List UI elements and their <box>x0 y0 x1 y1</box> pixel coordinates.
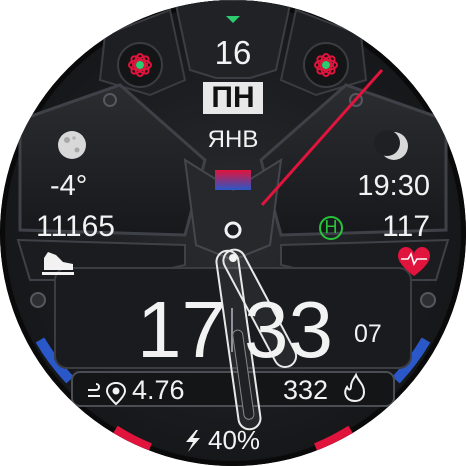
distance-value: 4.76 <box>132 375 185 405</box>
hand-cap <box>224 221 242 239</box>
calories-value: 332 <box>282 375 328 405</box>
heart-rate-value: 117 <box>382 210 430 243</box>
screw-left <box>30 292 46 308</box>
sunset-time: 19:30 <box>357 170 430 202</box>
screw-right <box>420 292 436 308</box>
steps-value: 11165 <box>36 210 115 243</box>
accent-red-left <box>112 425 152 453</box>
temperature-value: -4° <box>50 170 88 202</box>
hand-pivot <box>229 254 237 262</box>
time-seconds: 07 <box>354 320 382 348</box>
date-month: ЯНВ <box>207 126 259 153</box>
date-weekday: ПН <box>203 82 263 114</box>
center-badge <box>215 170 251 190</box>
time-hours: 17 <box>137 285 226 374</box>
moon-full-icon <box>58 131 86 159</box>
battery-value: 40% <box>208 425 261 455</box>
screw-top-left <box>103 93 117 107</box>
flower-app-icon-right[interactable] <box>303 42 349 88</box>
flower-app-icon-left[interactable] <box>117 42 163 88</box>
lightning-icon <box>186 430 200 452</box>
heart-zone-label: H <box>324 217 338 237</box>
date-day: 16 <box>214 34 252 71</box>
time-minutes: 33 <box>244 285 333 374</box>
accent-red-right <box>314 425 354 453</box>
watch-face: 16 ПН ЯНВ -4° 11165 19:30 H 117 17 33 07… <box>0 0 466 466</box>
